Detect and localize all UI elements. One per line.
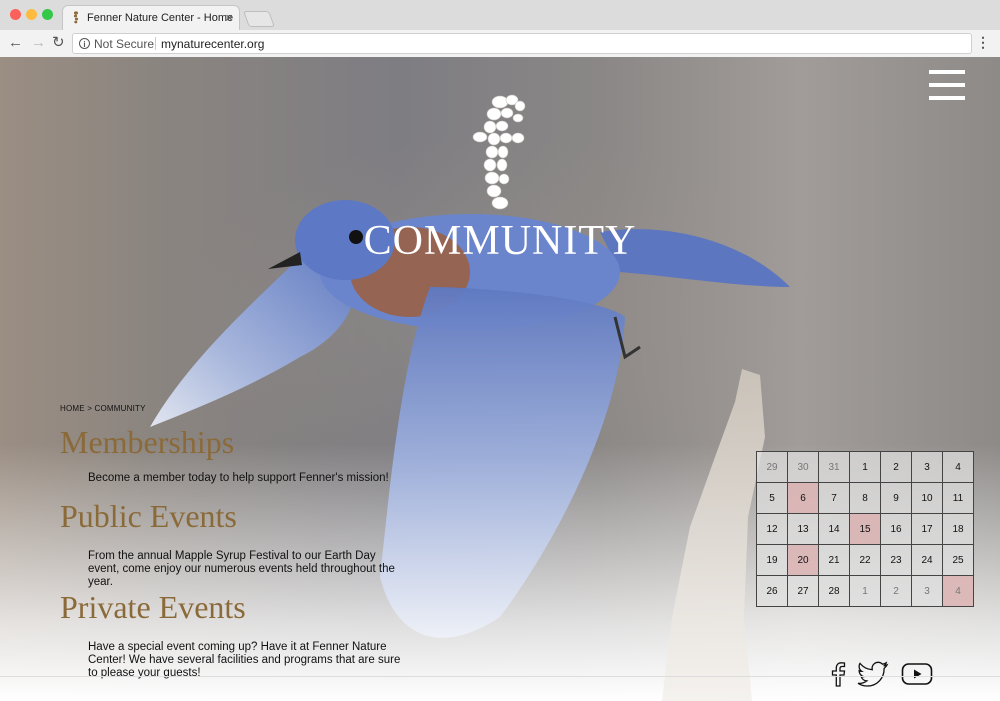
breadcrumb[interactable]: HOME > COMMUNITY	[60, 404, 146, 413]
calendar-day[interactable]: 18	[942, 513, 974, 545]
calendar-day[interactable]: 17	[911, 513, 943, 545]
calendar-day[interactable]: 6	[787, 482, 819, 514]
page-hero: COMMUNITY HOME > COMMUNITY Memberships B…	[0, 57, 1000, 701]
section-text-public-events: From the annual Mapple Syrup Festival to…	[88, 550, 395, 588]
hamburger-bar	[929, 70, 965, 74]
browser-toolbar: ← → ↻ i Not Secure mynaturecenter.org ⋮	[0, 30, 1000, 58]
footer-divider	[0, 676, 1000, 677]
calendar-day[interactable]: 3	[911, 451, 943, 483]
calendar-day[interactable]: 5	[756, 482, 788, 514]
calendar-day[interactable]: 4	[942, 451, 974, 483]
calendar-week: 26 27 28 1 2 3 4	[756, 575, 974, 607]
calendar-day[interactable]: 1	[849, 575, 881, 607]
calendar-day[interactable]: 20	[787, 544, 819, 576]
zoom-window-button[interactable]	[42, 9, 53, 20]
calendar-day[interactable]: 1	[849, 451, 881, 483]
calendar-day[interactable]: 22	[849, 544, 881, 576]
hamburger-menu-button[interactable]	[929, 70, 965, 100]
section-heading-public-events[interactable]: Public Events	[60, 498, 237, 535]
tab-title: Fenner Nature Center - Home	[87, 12, 234, 24]
calendar-day[interactable]: 21	[818, 544, 850, 576]
calendar-day[interactable]: 14	[818, 513, 850, 545]
calendar-day[interactable]: 26	[756, 575, 788, 607]
calendar-day[interactable]: 10	[911, 482, 943, 514]
calendar-day[interactable]: 27	[787, 575, 819, 607]
events-calendar: 29 30 31 1 2 3 4 5 6 7 8 9 10 11 12 13 14 15 16 17 18 19 20 21 2…	[756, 451, 974, 607]
hamburger-bar	[929, 83, 965, 87]
twitter-icon[interactable]	[857, 661, 889, 687]
calendar-day[interactable]: 30	[787, 451, 819, 483]
calendar-day[interactable]: 13	[787, 513, 819, 545]
browser-menu-icon[interactable]: ⋮	[976, 34, 990, 51]
calendar-day[interactable]: 4	[942, 575, 974, 607]
page-title: COMMUNITY	[363, 218, 637, 264]
favicon-icon	[73, 11, 79, 24]
url-text[interactable]: mynaturecenter.org	[161, 37, 264, 51]
reload-button[interactable]: ↻	[52, 35, 65, 51]
calendar-day[interactable]: 8	[849, 482, 881, 514]
browser-tab[interactable]: Fenner Nature Center - Home ×	[62, 5, 240, 30]
close-window-button[interactable]	[10, 9, 21, 20]
calendar-day[interactable]: 24	[911, 544, 943, 576]
calendar-day[interactable]: 2	[880, 575, 912, 607]
address-bar[interactable]: i Not Secure mynaturecenter.org	[72, 33, 972, 54]
hamburger-bar	[929, 96, 965, 100]
new-tab-button[interactable]	[243, 11, 275, 27]
browser-tab-bar: Fenner Nature Center - Home ×	[0, 0, 1000, 31]
calendar-week: 12 13 14 15 16 17 18	[756, 513, 974, 545]
tab-close-icon[interactable]: ×	[225, 10, 233, 25]
info-icon[interactable]: i	[79, 38, 90, 49]
calendar-day[interactable]: 23	[880, 544, 912, 576]
section-heading-private-events[interactable]: Private Events	[60, 589, 246, 626]
calendar-day[interactable]: 3	[911, 575, 943, 607]
calendar-day[interactable]: 19	[756, 544, 788, 576]
section-text-memberships: Become a member today to help support Fe…	[88, 472, 389, 484]
calendar-day[interactable]: 28	[818, 575, 850, 607]
calendar-day[interactable]: 16	[880, 513, 912, 545]
calendar-day[interactable]: 31	[818, 451, 850, 483]
calendar-day[interactable]: 29	[756, 451, 788, 483]
calendar-week: 5 6 7 8 9 10 11	[756, 482, 974, 514]
calendar-week: 19 20 21 22 23 24 25	[756, 544, 974, 576]
fenner-logo-icon[interactable]	[470, 94, 530, 212]
security-label: Not Secure	[94, 37, 155, 51]
calendar-day[interactable]: 7	[818, 482, 850, 514]
calendar-day[interactable]: 2	[880, 451, 912, 483]
section-text-private-events: Have a special event coming up? Have it …	[88, 641, 401, 679]
calendar-day[interactable]: 9	[880, 482, 912, 514]
forward-button[interactable]: →	[31, 35, 46, 51]
minimize-window-button[interactable]	[26, 9, 37, 20]
address-separator	[155, 37, 156, 50]
section-heading-memberships[interactable]: Memberships	[60, 424, 234, 461]
calendar-day[interactable]: 12	[756, 513, 788, 545]
calendar-day[interactable]: 15	[849, 513, 881, 545]
calendar-week: 29 30 31 1 2 3 4	[756, 451, 974, 483]
back-button[interactable]: ←	[8, 35, 23, 51]
youtube-icon[interactable]	[901, 661, 933, 687]
facebook-icon[interactable]	[829, 661, 847, 687]
calendar-day[interactable]: 25	[942, 544, 974, 576]
calendar-day[interactable]: 11	[942, 482, 974, 514]
